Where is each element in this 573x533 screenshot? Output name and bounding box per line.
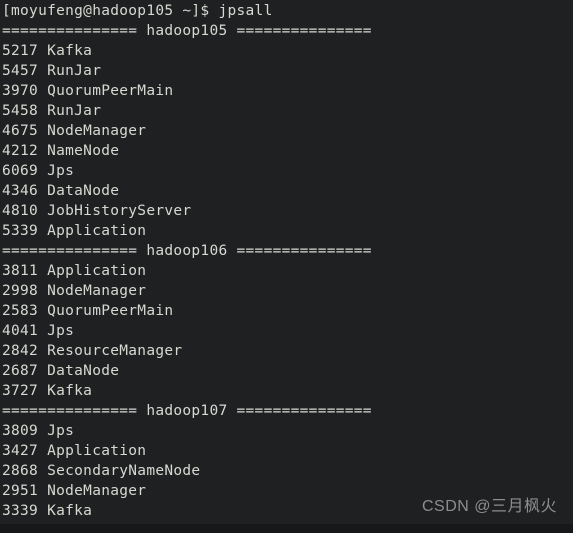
process-line: 2687 DataNode	[2, 363, 120, 379]
process-line: 2583 QuorumPeerMain	[2, 303, 174, 319]
process-line: 4041 Jps	[2, 323, 75, 339]
process-line: 5339 Application	[2, 223, 147, 239]
host-separator-line: =============== hadoop106 ==============…	[2, 243, 372, 259]
terminal-output-area[interactable]: [moyufeng@hadoop105 ~]$ jpsall ==========…	[0, 0, 573, 533]
process-line: 4346 DataNode	[2, 183, 120, 199]
terminal-bottom-strip	[0, 524, 573, 533]
process-line: 6069 Jps	[2, 163, 75, 179]
process-line: 2868 SecondaryNameNode	[2, 463, 201, 479]
process-line: 5217 Kafka	[2, 43, 93, 59]
process-line: 4810 JobHistoryServer	[2, 203, 192, 219]
process-line: 2998 NodeManager	[2, 283, 147, 299]
process-line: 3427 Application	[2, 443, 147, 459]
process-line: 3811 Application	[2, 263, 147, 279]
host-separator-line: =============== hadoop105 ==============…	[2, 23, 372, 39]
csdn-watermark: CSDN @三月枫火	[421, 498, 557, 515]
command-line: [moyufeng@hadoop105 ~]$ jpsall	[2, 3, 273, 19]
process-line: 3727 Kafka	[2, 383, 93, 399]
process-line: 4212 NameNode	[2, 143, 120, 159]
process-line: 5458 RunJar	[2, 103, 102, 119]
process-line: 3809 Jps	[2, 423, 75, 439]
process-line: 2842 ResourceManager	[2, 343, 183, 359]
host-separator-line: =============== hadoop107 ==============…	[2, 403, 372, 419]
process-line: 4675 NodeManager	[2, 123, 147, 139]
process-line: 5457 RunJar	[2, 63, 102, 79]
process-line: 3970 QuorumPeerMain	[2, 83, 174, 99]
terminal-window[interactable]: [moyufeng@hadoop105 ~]$ jpsall ==========…	[0, 0, 573, 533]
